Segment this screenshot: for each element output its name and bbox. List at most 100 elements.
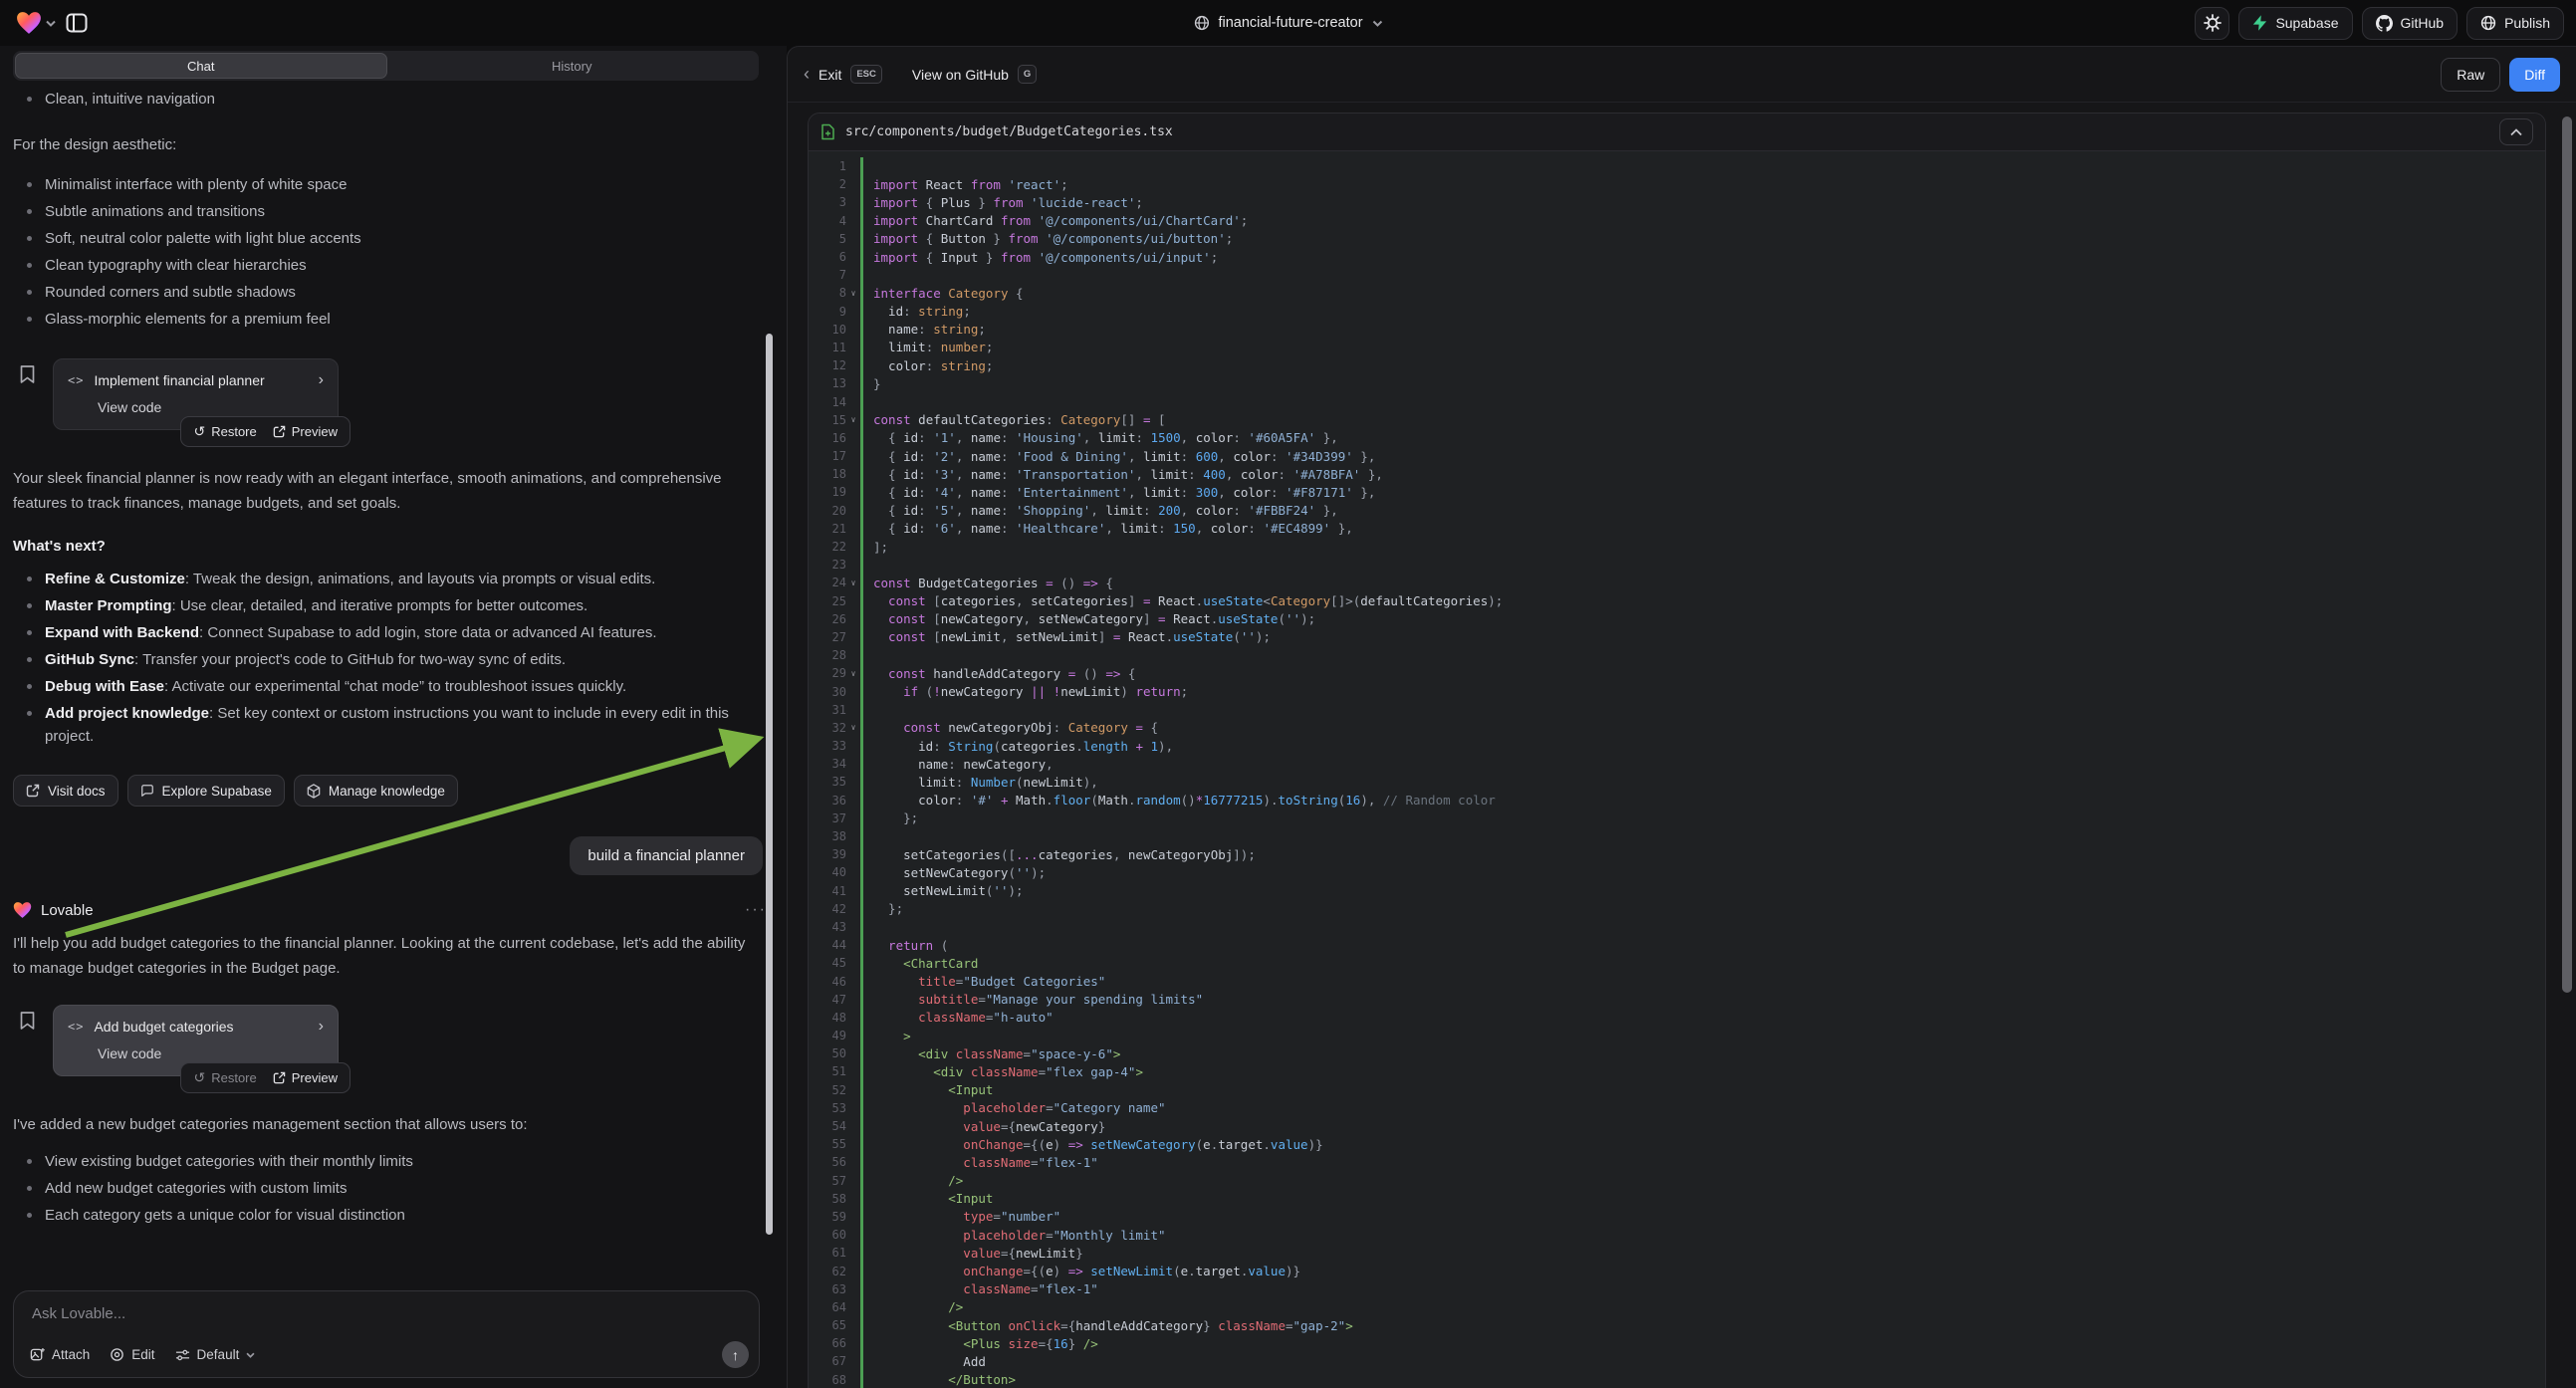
code-line: 1 (809, 157, 2545, 175)
restore-button[interactable]: ↺ Restore (193, 423, 256, 440)
back-chevron-icon[interactable]: ‹ (804, 64, 810, 85)
attach-image-icon (30, 1347, 45, 1362)
g-key-badge: G (1018, 65, 1037, 84)
code-line: 46 title="Budget Categories" (809, 972, 2545, 990)
code-line: 7 (809, 266, 2545, 284)
external-link-icon (273, 425, 286, 438)
chevron-down-icon (46, 20, 56, 27)
code-editor[interactable]: 12import React from 'react';3import { Pl… (809, 152, 2545, 1388)
project-switcher[interactable]: financial-future-creator (1193, 0, 1382, 46)
assistant-text: Your sleek financial planner is now read… (13, 466, 750, 516)
list-item: Subtle animations and transitions (13, 200, 767, 223)
restore-icon: ↺ (193, 423, 205, 440)
code-line: 11 limit: number; (809, 339, 2545, 356)
code-line: 47 subtitle="Manage your spending limits… (809, 991, 2545, 1009)
github-button[interactable]: GitHub (2362, 7, 2459, 40)
attach-button[interactable]: Attach (30, 1347, 90, 1362)
code-line: 5import { Button } from '@/components/ui… (809, 230, 2545, 248)
send-button[interactable]: ↑ (722, 1341, 749, 1368)
bookmark-icon[interactable] (19, 1011, 36, 1035)
code-line: 58 <Input (809, 1190, 2545, 1208)
supabase-button[interactable]: Supabase (2238, 7, 2352, 40)
lovable-logo-heart-icon[interactable] (16, 11, 56, 35)
bookmark-icon[interactable] (19, 364, 36, 388)
code-line: 33 id: String(categories.length + 1), (809, 737, 2545, 755)
code-file-container: src/components/budget/BudgetCategories.t… (808, 113, 2546, 1388)
publish-button[interactable]: Publish (2466, 7, 2564, 40)
code-line: 21 { id: '6', name: 'Healthcare', limit:… (809, 520, 2545, 538)
list-item: View existing budget categories with the… (13, 1150, 767, 1173)
settings-button[interactable] (2195, 7, 2229, 40)
exit-button[interactable]: Exit (819, 67, 841, 83)
preview-button[interactable]: Preview (273, 1070, 338, 1085)
assistant-text: I'll help you add budget categories to t… (13, 931, 750, 981)
code-line: 50 <div className="space-y-6"> (809, 1044, 2545, 1062)
edit-button[interactable]: Edit (110, 1347, 154, 1362)
sliders-icon (175, 1348, 190, 1362)
code-scrollbar[interactable] (2562, 116, 2572, 993)
code-line: 27 const [newLimit, setNewLimit] = React… (809, 628, 2545, 646)
code-line: 36 color: '#' + Math.floor(Math.random()… (809, 792, 2545, 810)
view-code-link[interactable]: View code (98, 399, 324, 415)
code-line: 12 color: string; (809, 356, 2545, 374)
chat-scrollbar[interactable] (766, 334, 773, 1235)
globe-icon (1193, 15, 1209, 31)
tab-history[interactable]: History (387, 53, 758, 79)
list-item: Add project knowledge: Set key context o… (13, 702, 767, 748)
preview-button[interactable]: Preview (273, 424, 338, 439)
chat-bubble-icon (140, 784, 154, 798)
chat-messages: Clean, intuitive navigation For the desi… (13, 86, 767, 1237)
code-line: 22]; (809, 538, 2545, 556)
supabase-bolt-icon (2252, 15, 2267, 31)
code-line: 39 setCategories([...categories, newCate… (809, 845, 2545, 863)
code-line: 56 className="flex-1" (809, 1153, 2545, 1171)
tab-chat[interactable]: Chat (15, 53, 387, 79)
external-link-icon (26, 784, 40, 798)
code-line: 9 id: string; (809, 303, 2545, 321)
sidebar-toggle-icon[interactable] (66, 13, 88, 33)
code-line: 66 <Plus size={16} /> (809, 1334, 2545, 1352)
code-line: 61 value={newLimit} (809, 1244, 2545, 1262)
chevron-right-icon: › (319, 1018, 324, 1036)
collapse-file-button[interactable] (2499, 118, 2533, 145)
code-line: 30 if (!newCategory || !newLimit) return… (809, 682, 2545, 700)
list-item: Master Prompting: Use clear, detailed, a… (13, 594, 767, 617)
code-line: 63 className="flex-1" (809, 1280, 2545, 1298)
code-line: 28 (809, 646, 2545, 664)
explore-supabase-button[interactable]: Explore Supabase (127, 775, 285, 807)
github-icon (2376, 15, 2393, 32)
view-code-link[interactable]: View code (98, 1045, 324, 1061)
raw-toggle-button[interactable]: Raw (2441, 58, 2500, 92)
code-line: 68 </Button> (809, 1371, 2545, 1388)
restore-button[interactable]: ↺ Restore (193, 1069, 256, 1086)
code-line: 64 /> (809, 1298, 2545, 1316)
file-path-bar[interactable]: src/components/budget/BudgetCategories.t… (809, 114, 2545, 151)
code-line: 53 placeholder="Category name" (809, 1099, 2545, 1117)
code-icon: <> (68, 1020, 84, 1034)
code-line: 31 (809, 701, 2545, 719)
chat-input[interactable] (32, 1305, 741, 1322)
view-on-github-button[interactable]: View on GitHub (912, 67, 1009, 83)
chat-input-box[interactable]: Attach Edit Default ↑ (13, 1290, 760, 1378)
lovable-heart-icon (13, 901, 32, 919)
code-line: 57 /> (809, 1172, 2545, 1190)
manage-knowledge-button[interactable]: Manage knowledge (294, 775, 458, 807)
code-line: 37 }; (809, 810, 2545, 827)
code-line: 18 { id: '3', name: 'Transportation', li… (809, 465, 2545, 483)
code-line: 34 name: newCategory, (809, 755, 2545, 773)
message-menu-button[interactable]: ··· (745, 901, 767, 919)
diff-toggle-button[interactable]: Diff (2509, 58, 2560, 92)
list-item: Refine & Customize: Tweak the design, an… (13, 568, 767, 590)
list-item: Minimalist interface with plenty of whit… (13, 173, 767, 196)
code-line: 55 onChange={(e) => setNewCategory(e.tar… (809, 1135, 2545, 1153)
mode-selector[interactable]: Default (175, 1347, 256, 1362)
code-line: 17 { id: '2', name: 'Food & Dining', lim… (809, 447, 2545, 465)
chat-panel: Chat History Clean, intuitive navigation… (0, 46, 787, 1388)
esc-key-badge: ESC (850, 65, 882, 84)
visit-docs-button[interactable]: Visit docs (13, 775, 118, 807)
code-viewer-panel: ‹ Exit ESC View on GitHub G Raw Diff src… (787, 46, 2576, 1388)
code-line: 52 <Input (809, 1081, 2545, 1099)
code-line: 65 <Button onClick={handleAddCategory} c… (809, 1316, 2545, 1334)
target-icon (110, 1347, 124, 1362)
code-line: 15∨const defaultCategories: Category[] =… (809, 411, 2545, 429)
